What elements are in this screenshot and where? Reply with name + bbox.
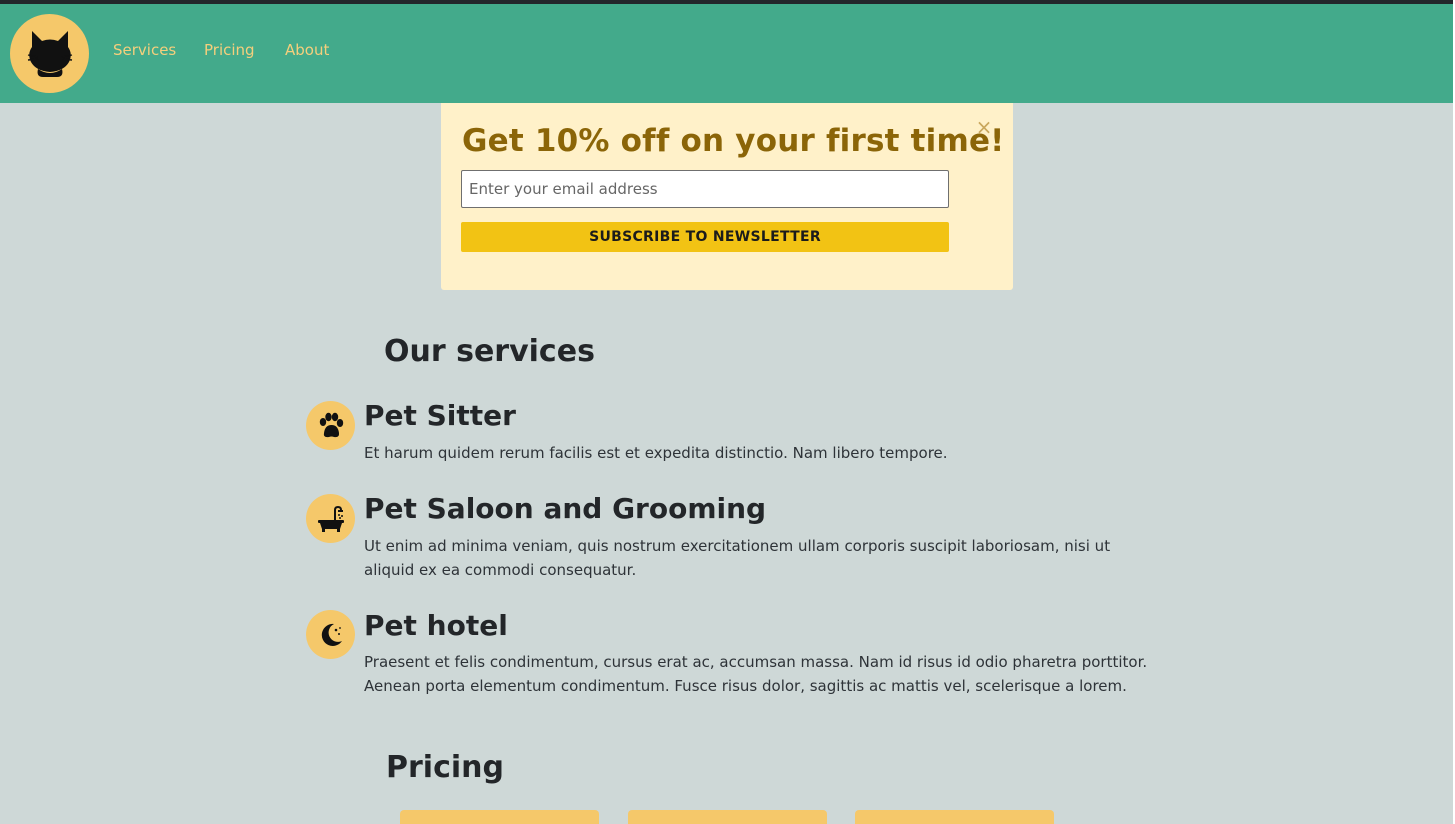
pricing-card[interactable]: [628, 810, 827, 824]
subscribe-button[interactable]: SUBSCRIBE TO NEWSLETTER: [461, 222, 949, 252]
nav-link-services[interactable]: Services: [113, 41, 176, 59]
popup-title: Get 10% off on your first time!: [462, 123, 1005, 159]
service-name-pet-hotel: Pet hotel: [364, 609, 508, 642]
service-icon-pet-sitter: [306, 401, 355, 450]
pricing-heading: Pricing: [386, 750, 504, 785]
nav-link-pricing[interactable]: Pricing: [204, 41, 255, 59]
service-icon-grooming: [306, 494, 355, 543]
close-icon[interactable]: ×: [973, 116, 995, 138]
services-heading: Our services: [384, 334, 595, 369]
service-desc-pet-hotel: Praesent et felis condimentum, cursus er…: [364, 653, 1148, 695]
service-desc-grooming: Ut enim ad minima veniam, quis nostrum e…: [364, 537, 1111, 579]
cat-icon: [27, 30, 72, 77]
email-input[interactable]: [461, 170, 949, 208]
paw-icon: [319, 412, 343, 437]
moon-icon: [321, 623, 342, 646]
service-name-grooming: Pet Saloon and Grooming: [364, 492, 767, 525]
service-icon-pet-hotel: [306, 610, 355, 659]
pricing-card[interactable]: [400, 810, 599, 824]
service-name-pet-sitter: Pet Sitter: [364, 399, 516, 432]
pricing-card[interactable]: [855, 810, 1054, 824]
logo[interactable]: [10, 14, 89, 93]
nav-link-about[interactable]: About: [285, 41, 329, 59]
navbar: Services Pricing About: [0, 4, 1453, 103]
newsletter-popup: Get 10% off on your first time! × SUBSCR…: [441, 103, 1013, 290]
bathtub-icon: [317, 505, 344, 532]
service-desc-pet-sitter: Et harum quidem rerum facilis est et exp…: [364, 444, 948, 462]
